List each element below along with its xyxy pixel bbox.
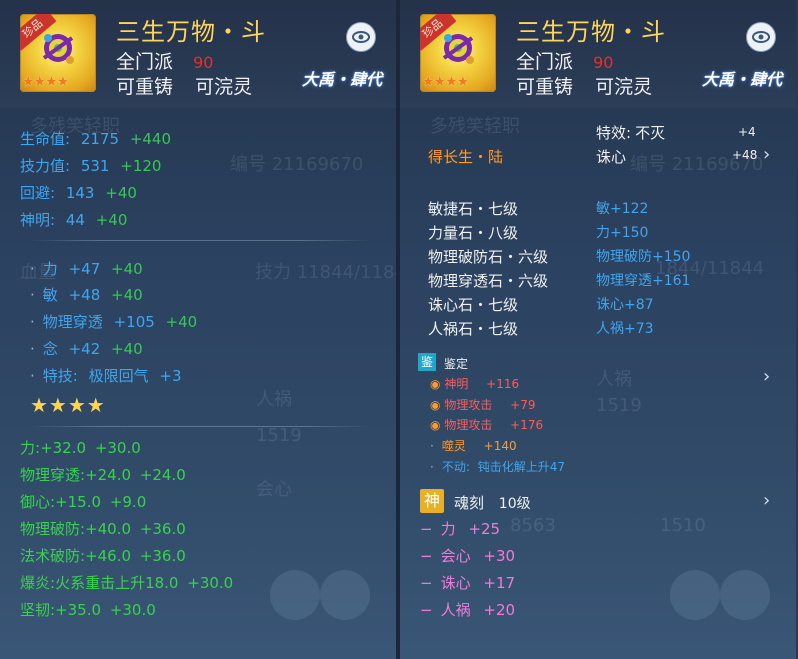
preview-eye-button[interactable]	[746, 22, 776, 52]
extra-attr-row: 物理破防:+40.0 +36.0	[20, 520, 186, 538]
equipment-tooltip-right: 多残笑轻职 编号 21169670 1844/11844 人祸 1519 856…	[400, 0, 796, 659]
zhuxin-number: +48	[732, 148, 758, 162]
attr-row: · 物理穿透 +105 +40	[30, 313, 198, 331]
stat-row: 回避: 143 +40	[20, 184, 137, 202]
soul-item: − 会心 +30	[420, 547, 516, 565]
chevron-right-icon[interactable]: ›	[763, 144, 770, 165]
eye-icon	[352, 31, 370, 43]
effect-number: +4	[738, 125, 756, 139]
soul-item: − 人祸 +20	[420, 601, 516, 619]
wash-label: 可浣灵	[195, 76, 253, 98]
extra-attr-row: 御心:+15.0 +9.0	[20, 493, 147, 511]
identify-item: ◉ 神明 +116	[430, 377, 520, 391]
effect-row: 特效: 不灭	[596, 124, 666, 142]
level-value: 90	[193, 53, 214, 72]
flame-icon: ◉	[430, 377, 441, 391]
stat-row: 技力值: 531 +120	[20, 157, 162, 175]
immobile-row: · 不动: 钝击化解上升47	[430, 460, 565, 474]
screenshot-stage: 多残笑轻职 编号 21169670 血量 技力 11844/11844 人祸 1…	[0, 0, 798, 659]
preview-eye-button[interactable]	[346, 22, 376, 52]
item-title: 三生万物・斗	[516, 18, 666, 46]
gem-effect: 人祸+73	[596, 321, 654, 337]
soul-item: − 诛心 +17	[420, 574, 516, 592]
extra-attr-row: 坚韧:+35.0 +30.0	[20, 601, 156, 619]
gem-effect: 敏+122	[596, 201, 649, 217]
chevron-right-icon[interactable]: ›	[763, 366, 770, 387]
identify-label: 鉴定	[444, 357, 469, 371]
identify-tag: 鉴	[418, 353, 436, 371]
divider	[30, 240, 370, 241]
chevron-right-icon[interactable]: ›	[763, 490, 770, 511]
item-title: 三生万物・斗	[116, 18, 266, 46]
recast-label: 可重铸	[116, 76, 174, 98]
era-label: 大禹・肆代	[302, 70, 383, 89]
item-star-rating: ★★★★	[22, 74, 69, 90]
level-value: 90	[593, 53, 614, 72]
identify-item: ◉ 物理攻击 +176	[430, 418, 544, 432]
gem-name: 诛心石・七级	[428, 296, 519, 314]
attr-row: · 敏 +48 +40	[30, 286, 143, 304]
growth-label: 得长生・陆	[428, 148, 504, 166]
bite-row: · 噬灵 +140	[430, 439, 517, 453]
sect-label: 全门派	[116, 51, 174, 73]
extra-attr-row: 物理穿透:+24.0 +24.0	[20, 466, 186, 484]
identify-item: ◉ 物理攻击 +79	[430, 398, 536, 412]
era-label: 大禹・肆代	[702, 70, 783, 89]
item-star-rating: ★★★★	[422, 74, 469, 90]
gem-name: 物理破防石・六级	[428, 248, 549, 266]
divider	[30, 426, 370, 427]
gem-effect: 物理破防+150	[596, 249, 691, 265]
gem-name: 物理穿透石・六级	[428, 272, 549, 290]
stat-row: 神明: 44 +40	[20, 211, 128, 229]
soul-item: − 力 +25	[420, 520, 501, 538]
soul-row: 魂刻 10级	[454, 494, 531, 512]
extra-attr-row: 爆炎:火系重击上升18.0 +30.0	[20, 574, 234, 592]
gem-effect: 力+150	[596, 225, 649, 241]
item-icon: 珍品 ★★★★	[20, 14, 96, 92]
recast-label: 可重铸	[516, 76, 574, 98]
wash-label: 可浣灵	[595, 76, 653, 98]
zhuxin-label: 诛心	[596, 148, 627, 166]
skill-row: · 特技: 极限回气 +3	[30, 367, 182, 385]
gem-name: 敏捷石・七级	[428, 200, 519, 218]
stat-row: 生命值: 2175 +440	[20, 130, 172, 148]
gem-name: 力量石・八级	[428, 224, 519, 242]
refine-stars: ★★★★	[30, 393, 106, 417]
flame-icon: ◉	[430, 398, 441, 412]
extra-attr-row: 力:+32.0 +30.0	[20, 439, 141, 457]
eye-icon	[752, 31, 770, 43]
attr-row: · 念 +42 +40	[30, 340, 143, 358]
gem-name: 人祸石・七级	[428, 320, 519, 338]
extra-attr-row: 法术破防:+46.0 +36.0	[20, 547, 186, 565]
flame-icon: ◉	[430, 418, 441, 432]
gem-effect: 诛心+87	[596, 297, 654, 313]
soul-tag: 神	[420, 489, 444, 513]
equipment-tooltip-left: 多残笑轻职 编号 21169670 血量 技力 11844/11844 人祸 1…	[0, 0, 396, 659]
sect-label: 全门派	[516, 51, 574, 73]
gem-effect: 物理穿透+161	[596, 273, 691, 289]
attr-row: · 力 +47 +40	[30, 260, 143, 278]
item-icon: 珍品 ★★★★	[420, 14, 496, 92]
